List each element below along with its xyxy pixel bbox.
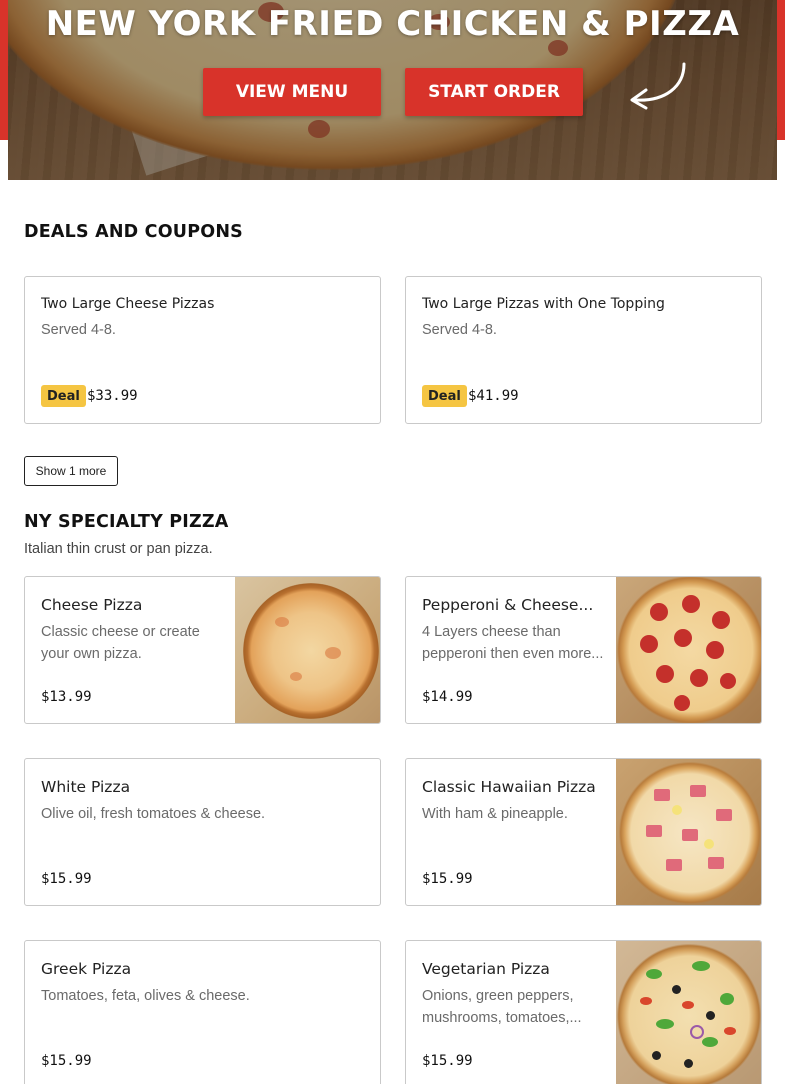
- menu-item-price: $15.99: [422, 871, 473, 887]
- menu-item-description: Olive oil, fresh tomatoes & cheese.: [41, 806, 266, 822]
- menu-item-card[interactable]: Greek Pizza Tomatoes, feta, olives & che…: [24, 940, 381, 1084]
- menu-item-card[interactable]: Classic Hawaiian Pizza With ham & pineap…: [405, 758, 762, 906]
- deal-price: $41.99: [468, 388, 519, 404]
- deals-section-title: DEALS AND COUPONS: [24, 222, 243, 242]
- deal-card[interactable]: Two Large Cheese Pizzas Served 4-8. Deal…: [24, 276, 381, 424]
- menu-item-name: White Pizza: [41, 778, 131, 796]
- menu-item-price: $15.99: [41, 871, 92, 887]
- view-menu-button[interactable]: VIEW MENU: [203, 68, 381, 116]
- deal-card[interactable]: Two Large Pizzas with One Topping Served…: [405, 276, 762, 424]
- start-order-button[interactable]: START ORDER: [405, 68, 583, 116]
- menu-item-price: $15.99: [41, 1053, 92, 1069]
- menu-item-card[interactable]: Cheese Pizza Classic cheese or create yo…: [24, 576, 381, 724]
- menu-item-card[interactable]: Vegetarian Pizza Onions, green peppers, …: [405, 940, 762, 1084]
- vegetarian-pizza-photo: [616, 941, 761, 1084]
- menu-item-card[interactable]: Pepperoni & Cheese... 4 Layers cheese th…: [405, 576, 762, 724]
- deal-price: $33.99: [87, 388, 138, 404]
- show-more-deals-button[interactable]: Show 1 more: [24, 456, 118, 486]
- cheese-pizza-photo: [235, 577, 380, 723]
- curved-arrow-icon: [630, 62, 686, 110]
- menu-item-description: Onions, green peppers, mushrooms, tomato…: [422, 988, 582, 1026]
- deal-description: Served 4-8.: [422, 322, 497, 338]
- menu-item-name: Cheese Pizza: [41, 596, 143, 614]
- deal-description: Served 4-8.: [41, 322, 116, 338]
- menu-item-name: Pepperoni & Cheese...: [422, 596, 594, 614]
- menu-item-description: Classic cheese or create your own pizza.: [41, 624, 200, 662]
- menu-item-card[interactable]: White Pizza Olive oil, fresh tomatoes & …: [24, 758, 381, 906]
- hawaiian-pizza-photo: [616, 759, 761, 905]
- menu-item-description: Tomatoes, feta, olives & cheese.: [41, 988, 250, 1004]
- deal-badge: Deal: [422, 385, 467, 407]
- restaurant-title: NEW YORK FRIED CHICKEN & PIZZA: [45, 4, 740, 44]
- menu-item-name: Vegetarian Pizza: [422, 960, 550, 978]
- menu-item-price: $14.99: [422, 689, 473, 705]
- menu-item-price: $13.99: [41, 689, 92, 705]
- pepperoni-pizza-photo: [616, 577, 761, 723]
- menu-item-price: $15.99: [422, 1053, 473, 1069]
- specialty-section-subtitle: Italian thin crust or pan pizza.: [24, 541, 213, 557]
- menu-item-name: Classic Hawaiian Pizza: [422, 778, 596, 796]
- deal-name: Two Large Cheese Pizzas: [41, 296, 215, 312]
- deal-name: Two Large Pizzas with One Topping: [422, 296, 665, 312]
- specialty-section-title: NY SPECIALTY PIZZA: [24, 512, 229, 532]
- menu-item-description: With ham & pineapple.: [422, 806, 568, 822]
- menu-item-description: 4 Layers cheese than pepperoni then even…: [422, 624, 604, 662]
- deal-badge: Deal: [41, 385, 86, 407]
- menu-item-name: Greek Pizza: [41, 960, 132, 978]
